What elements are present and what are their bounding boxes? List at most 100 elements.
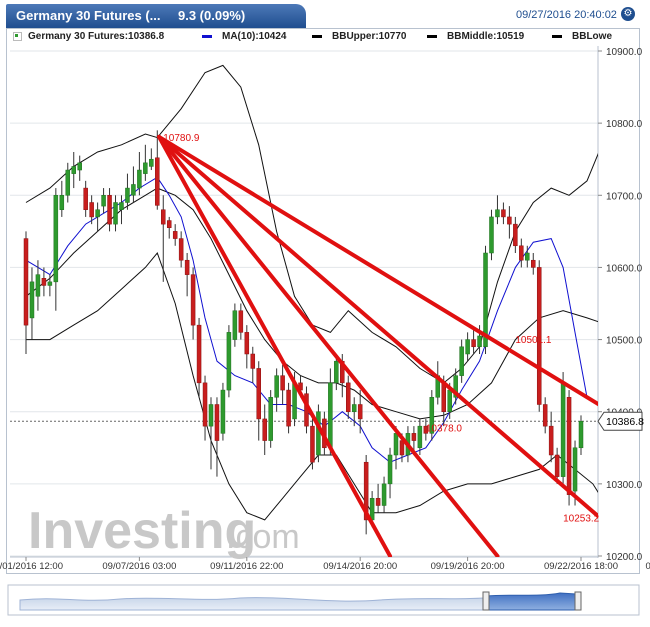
candle-body [459,346,464,376]
navigator-selection [485,592,577,611]
candle-body [137,169,142,189]
candle-body [525,252,530,261]
candle-body [23,238,29,326]
candle-body [238,310,244,333]
candle-body [471,339,476,348]
y-tick-label: 10900.0 [606,47,643,58]
candle-body [113,202,118,225]
candle-body [95,209,100,218]
candle-body [250,353,256,369]
candle-body [190,274,196,326]
x-tick-label: 09/11/2016 22:00 [210,561,283,572]
candle-body [47,281,53,286]
candle-body [232,310,238,340]
candle-body [131,184,136,196]
candle-body [107,195,112,225]
candle-body [71,166,76,174]
candle-body [119,202,124,210]
candle-body [417,425,423,449]
x-tick-label: 09/22/2016 18:00 [544,561,618,572]
candle-body [220,389,226,434]
candle-body [519,245,524,261]
candle-body [316,411,321,456]
candle-body [375,498,381,506]
watermark-suffix: .com [226,518,300,556]
candle-body [29,281,35,319]
candle-body [411,433,417,441]
candle-body [178,238,184,261]
candle-body [149,158,154,167]
candle-body [166,220,172,229]
candle-body [357,404,363,420]
candle-body [441,382,446,412]
candle-body [387,454,393,485]
last-price-marker: 10386.8 [597,411,644,431]
candle-body [477,335,482,348]
candle-body [155,157,160,206]
y-tick-label: 10500.0 [606,336,643,347]
candle-body [578,420,584,449]
candle-body [53,195,59,283]
candle-body [274,375,279,398]
candle-body [83,187,88,210]
candle-body [489,216,494,254]
candle-body [328,382,333,449]
candle-body [101,195,106,207]
investing-watermark: Investing .com [28,502,300,560]
candle-body [256,368,261,420]
candle-body [35,274,41,297]
y-tick-label: 10700.0 [606,191,643,202]
watermark-main: Investing [28,502,256,560]
annotation-label: 10780.9 [163,133,200,144]
candle-body [226,332,232,391]
trendline[interactable] [157,134,393,557]
candle-body [507,216,512,225]
navigator[interactable] [7,584,640,616]
candle-body [542,404,548,427]
candle-body [548,425,554,456]
candle-body [554,454,560,477]
candle-body [465,339,470,355]
price-chart[interactable]: Investing .com 10780.9 10501.1 10378.0 1025… [0,0,650,627]
candle-body [572,447,578,492]
candle-body [196,324,202,384]
bb-lower-line [26,252,598,521]
candle-body [143,162,148,174]
annotation-label: 10501.1 [515,335,552,346]
trendline[interactable] [157,134,500,557]
candle-body [244,332,250,355]
candle-body [184,259,190,275]
candle-body [89,202,94,218]
candle-body [351,404,357,412]
candle-body [280,375,285,391]
candle-body [495,209,500,218]
candle-body [369,498,375,521]
candle-body [334,360,339,384]
x-tick-label: 09/19/2016 20:00 [431,561,505,572]
candle-body [381,483,387,506]
candle-body [172,231,178,239]
x-tick-label: 09/01/2016 12:00 [0,561,63,572]
candle-body [286,389,291,427]
y-tick-label: 10300.0 [606,480,643,491]
candle-body [346,382,351,412]
candle-body [531,259,536,268]
x-tick-label: 09/27/2016 18:00 [645,561,650,572]
navigator-handle-left[interactable] [482,591,490,611]
x-tick-label: 09/07/2016 03:00 [102,561,176,572]
last-price-label: 10386.8 [606,416,644,428]
candle-body [560,382,566,477]
candle-body [161,209,166,225]
navigator-handle-right[interactable] [574,591,582,611]
candle-body [65,169,71,196]
y-tick-label: 10600.0 [606,263,643,274]
candle-body [262,418,267,441]
candle-body [214,404,220,441]
candle-body [393,433,399,456]
x-tick-label: 09/14/2016 20:00 [323,561,397,572]
annotation-label: 10253.2 [563,514,600,525]
candle-body [125,187,130,203]
candle-body [77,162,82,171]
candle-body [513,223,518,247]
grid-lines [10,46,599,558]
